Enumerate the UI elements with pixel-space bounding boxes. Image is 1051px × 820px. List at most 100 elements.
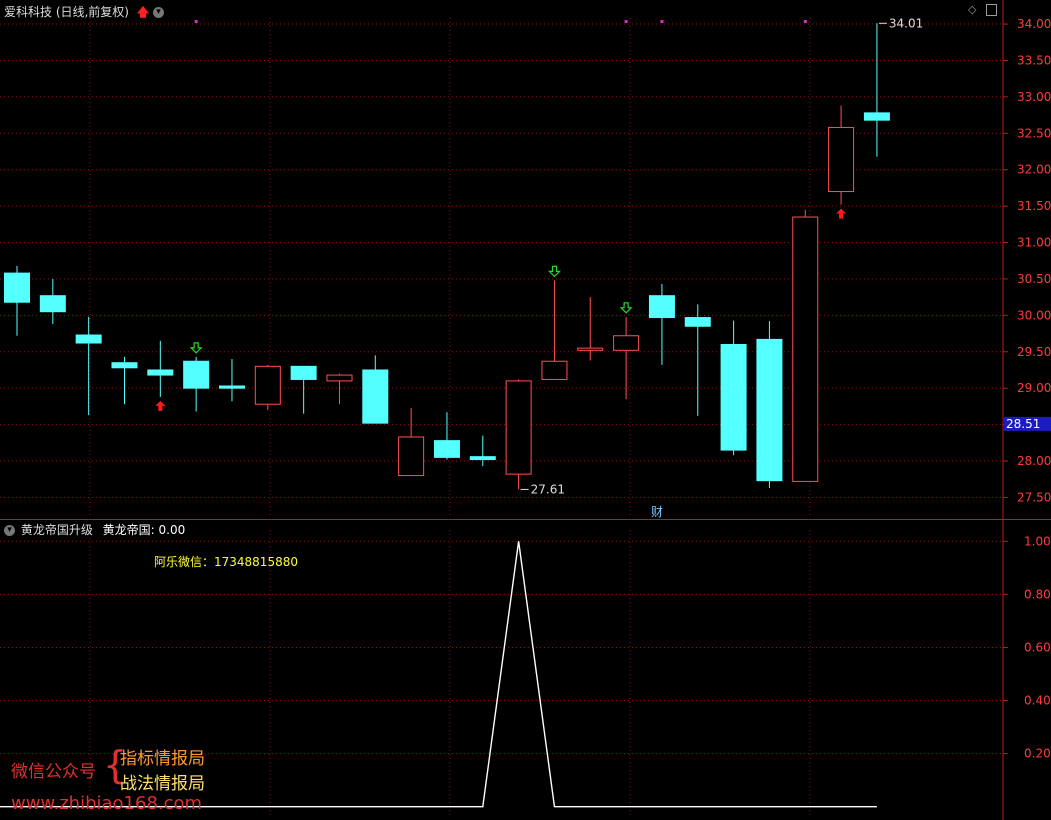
candle-body [147,369,174,376]
y-tick-label: 30.50 [1017,272,1051,286]
candle-body [792,216,819,482]
y-tick-label: 28.00 [1017,454,1051,468]
y-tick-label: 33.50 [1017,53,1051,67]
y-tick-label: 32.00 [1017,163,1051,177]
candle [326,373,353,405]
window-controls: ◇ [968,3,997,16]
candlesticks [4,23,890,490]
buy-arrow-icon [155,400,166,411]
contact-text: 阿乐微信：17348815880 [154,555,298,569]
y-tick-label: 0.60 [1024,640,1051,654]
candle-body [720,343,747,451]
main-y-axis-ticks: 27.5028.0028.5029.0029.5030.0030.5031.00… [1003,17,1051,504]
candle-body [469,456,496,461]
y-tick-label: 0.80 [1024,587,1051,601]
main-grid [0,18,1003,518]
y-tick-label: 31.50 [1017,199,1051,213]
candle [684,304,711,416]
maximize-icon[interactable] [985,4,997,16]
indicator-value: 黄龙帝国: 0.00 [102,523,186,537]
candle [756,321,783,488]
candle [75,316,102,416]
candle-body [577,347,604,351]
candle-body [4,272,30,303]
candle-body [756,338,783,482]
stock-title: 爱科科技 (日线,前复权) [4,5,129,19]
y-tick-label: 33.00 [1017,90,1051,104]
y-tick-label: 32.50 [1017,126,1051,140]
candle [828,105,855,205]
price-annotation: 34.01 [889,16,923,30]
last-price-tag: 28.51 [1004,416,1051,431]
top-marker [194,20,198,23]
candle [648,284,675,365]
candle-body [111,362,138,369]
candle [218,359,245,402]
stock-chart[interactable]: 27.5028.0028.5029.0029.5030.0030.5031.00… [0,0,1051,820]
candle [39,278,66,325]
candle-body [326,374,353,382]
sell-arrow-icon [548,265,561,278]
y-tick-label: 27.50 [1017,490,1051,504]
y-tick-label: 34.00 [1017,17,1051,31]
candle-body [254,365,281,405]
candle [863,23,890,157]
candle [613,316,640,400]
last-price-label: 28.51 [1006,417,1040,431]
candle [147,340,174,397]
candle [541,280,568,380]
y-tick-label: 0.40 [1024,694,1051,708]
candle-body [541,360,568,380]
cai-badge[interactable]: 财 [651,503,663,520]
candle-body [828,126,855,193]
candle-body [39,295,66,313]
candle [792,209,819,482]
candle-body [362,369,389,424]
price-annotation: 27.61 [531,482,565,496]
candle [469,435,496,467]
candle [720,320,747,456]
watermark-line2: 战法情报局 [120,774,205,794]
indicator-pane-header: ▾ 黄龙帝国升级 黄龙帝国: 0.00 [4,521,185,538]
candle [398,407,425,477]
buy-arrow-icon [836,208,847,219]
y-tick-label: 29.00 [1017,381,1051,395]
y-tick-label: 31.00 [1017,236,1051,250]
candle [254,364,281,411]
candle [505,379,532,490]
top-marker [660,20,664,23]
candle-body [398,436,425,477]
watermark-line1: 指标情报局 [120,749,205,769]
top-marker [624,20,628,23]
candle [111,356,138,405]
candle [4,265,30,336]
candle [362,355,389,424]
candle-body [75,334,102,344]
candle-body [648,295,675,319]
dropdown-icon[interactable]: ▾ [153,7,164,18]
candle-body [863,112,890,121]
candle [290,365,317,414]
candle-body [613,335,640,351]
candle-body [505,380,532,475]
y-tick-label: 29.50 [1017,345,1051,359]
indicator-y-axis-ticks: 0.20 0.40 0.60 0.80 1.00 [1003,534,1051,761]
candle [577,297,604,361]
top-markers [194,20,807,23]
watermark-url: www.zhibiao168.com [11,793,203,814]
top-marker [803,20,807,23]
diamond-icon[interactable]: ◇ [968,3,976,16]
sell-arrow-icon [619,302,633,314]
y-tick-label: 30.00 [1017,308,1051,322]
main-pane-header: 爱科科技 (日线,前复权) 🡅 ▾ [4,3,164,24]
y-tick-label: 0.20 [1024,747,1051,761]
y-tick-label: 1.00 [1024,534,1051,548]
candle-body [684,317,711,327]
candle-body [433,440,460,458]
candle [183,356,210,412]
up-arrow-icon: 🡅 [136,5,150,19]
indicator-name: 黄龙帝国升级 [20,523,93,537]
candle-body [218,385,245,389]
dropdown-icon[interactable]: ▾ [4,525,15,536]
candle-body [183,360,210,389]
